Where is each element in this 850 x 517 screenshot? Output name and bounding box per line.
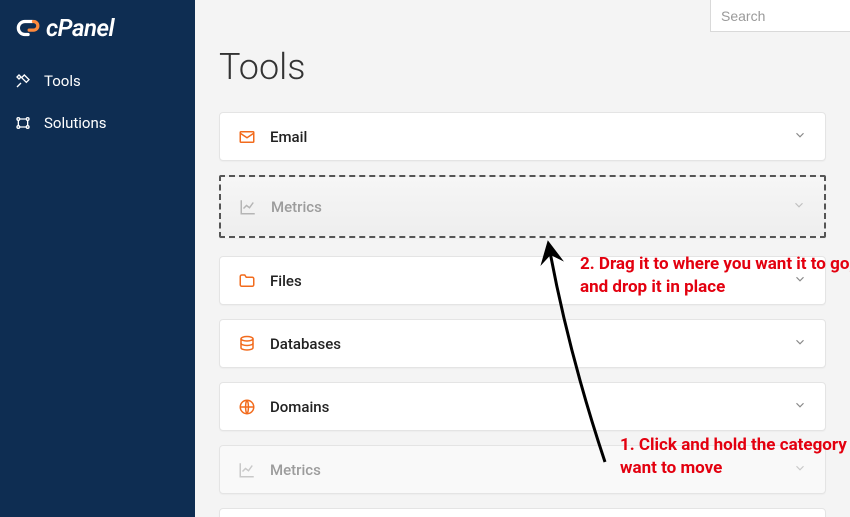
sidebar-item-label: Tools	[44, 72, 81, 90]
chevron-down-icon	[793, 271, 807, 290]
category-label: Domains	[270, 398, 329, 416]
brand-name: cPanel	[46, 14, 114, 42]
sidebar: cPanel Tools Solutions	[0, 0, 195, 517]
chevron-down-icon	[793, 334, 807, 353]
category-security[interactable]: Security	[219, 508, 826, 517]
category-email[interactable]: Email	[219, 112, 826, 161]
category-label: Databases	[270, 335, 341, 353]
category-label: Metrics	[270, 461, 321, 479]
category-label: Files	[270, 272, 302, 290]
databases-icon	[238, 335, 256, 353]
search-input[interactable]	[710, 0, 850, 32]
content: Tools Email	[195, 0, 850, 517]
page-title: Tools	[219, 46, 826, 88]
files-icon	[238, 272, 256, 290]
metrics-icon	[238, 461, 256, 479]
metrics-icon	[239, 198, 257, 216]
category-metrics[interactable]: Metrics	[219, 445, 826, 494]
main-area: Tools Email	[195, 0, 850, 517]
search-container	[710, 0, 850, 32]
category-label: Email	[270, 128, 307, 146]
category-domains[interactable]: Domains	[219, 382, 826, 431]
chevron-down-icon	[793, 127, 807, 146]
sidebar-item-tools[interactable]: Tools	[0, 60, 195, 102]
category-label: Metrics	[271, 198, 322, 216]
chevron-down-icon	[792, 197, 806, 216]
domains-icon	[238, 398, 256, 416]
solutions-icon	[14, 115, 32, 131]
brand-logo: cPanel	[0, 8, 195, 60]
tools-icon	[14, 73, 32, 89]
category-databases[interactable]: Databases	[219, 319, 826, 368]
chevron-down-icon	[793, 397, 807, 416]
category-drop-target[interactable]: Metrics	[219, 175, 826, 238]
sidebar-item-solutions[interactable]: Solutions	[0, 102, 195, 144]
chevron-down-icon	[793, 460, 807, 479]
cpanel-icon	[14, 15, 40, 41]
email-icon	[238, 128, 256, 146]
category-files[interactable]: Files	[219, 256, 826, 305]
sidebar-item-label: Solutions	[44, 114, 107, 132]
